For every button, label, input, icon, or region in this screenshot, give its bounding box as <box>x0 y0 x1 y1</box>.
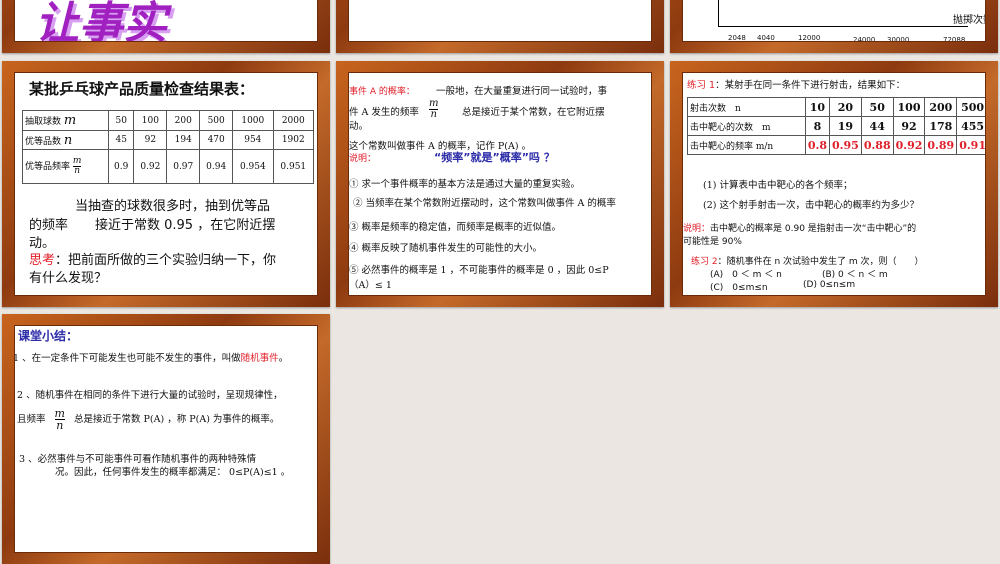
slide-thumbnail-4[interactable]: 某批乒乓球产品质量检查结果表： 抽取球数 m 50 100 200 500 1000 200… <box>2 61 330 307</box>
question-text: (2) 这个射手射击一次，击中靶心的概率约为多少？ <box>703 200 919 211</box>
body-text: 当抽查的球数很多时，抽到优等品 <box>75 199 271 214</box>
point-item: ① 求一个事件概率的基本方法是通过大量的重复实验。 <box>349 179 581 190</box>
body-text: 接近于常数 0.95 ，在它附近摆 <box>95 218 276 233</box>
note-label: 说明： <box>349 154 377 164</box>
shooting-table: 射击次数 n 10 20 50 100 200 500 击中靶心的次数 m 8 19 44 92 17… <box>687 97 985 155</box>
tick-label: 12000 <box>798 34 821 42</box>
table-row: 优等品数 n 45 92 194 470 954 1902 <box>22 130 315 150</box>
summary-item: 况。因此，任何事件发生的概率都满足： 0≤P(A)≤1 。 <box>55 467 291 478</box>
option-d: (D) 0≤n≤m <box>803 280 856 290</box>
note-text: 可能性是 90% <box>683 237 742 247</box>
summary-item: 2 、随机事件在相同的条件下进行大量的试验时，呈现规律性， <box>17 390 283 401</box>
chart-x-axis <box>718 0 719 27</box>
option-b: (B) 0 ＜ n ＜ m <box>822 270 888 280</box>
question-text: (1) 计算表中击中靶心的各个频率； <box>703 180 853 191</box>
option-c: (C) 0≤m≤n <box>710 283 768 293</box>
tick-label: 4040 <box>757 34 775 42</box>
exercise-2-text: 练习 2：随机事件在 n 次试验中发生了 m 次，则（ ） <box>691 257 924 267</box>
note-text: 说明：击中靶心的概率是 0.90 是指射击一次“击中靶心”的 <box>683 224 917 234</box>
point-item: ④ 概率反映了随机事件发生的可能性的大小。 <box>349 243 543 254</box>
slide-title-art: 让事实 <box>35 0 167 42</box>
slide-thumbnail-6[interactable]: 练习 1：某射手在同一条件下进行射击，结果如下： 射击次数 n 10 20 50 100… <box>670 61 998 307</box>
point-item: （A）≤ 1 <box>349 280 392 291</box>
slide-title: 某批乒乓球产品质量检查结果表： <box>29 80 255 98</box>
slide-thumbnail-7[interactable]: 课堂小结： 1 、在一定条件下可能发生也可能不发生的事件，叫做随机事件。 2 、… <box>2 314 330 564</box>
point-item: ② 当频率在某个常数附近摆动时，这个常数叫做事件 A 的概率 <box>353 198 616 209</box>
quality-table: 抽取球数 m 50 100 200 500 1000 2000 优等品数 n 45 92 194 4… <box>22 110 315 184</box>
body-text: 一般地，在大量重复进行同一试验时，事 <box>436 86 608 97</box>
summary-item: 1 、在一定条件下可能发生也可能不发生的事件，叫做随机事件。 <box>14 353 289 364</box>
slide-thumbnail-1[interactable]: 让事实 <box>2 0 330 53</box>
exercise-1-text: 练习 1：某射手在同一条件下进行射击，结果如下： <box>687 80 906 91</box>
body-text: 总是接近于某个常数，在它附近摆 <box>462 107 605 118</box>
tick-label: 72088 <box>943 36 966 42</box>
table-row: 抽取球数 m 50 100 200 500 1000 2000 <box>22 110 315 131</box>
summary-item: 且频率 mn 总是接近于常数 P(A) ，称 P(A) 为事件的概率。 <box>17 407 280 432</box>
axis-label: 抛掷次数 n <box>953 15 985 26</box>
chart-x-axis <box>718 26 968 27</box>
tick-label: 2048 <box>728 34 746 42</box>
think-text: 思考：把前面所做的三个实验归纳一下，你 <box>29 253 277 268</box>
slide-thumbnail-5[interactable]: 事件 A 的概率： 一般地，在大量重复进行同一试验时，事 件 A 发生的频率 m… <box>336 61 664 307</box>
think-text: 有什么发现？ <box>29 271 108 286</box>
option-a: (A) 0 ＜ m ＜ n <box>710 270 782 280</box>
table-row: 击中靶心的次数 m 8 19 44 92 178 455 <box>687 116 985 136</box>
table-row: 优等品频率 m n 0.9 0.92 0.97 0.94 0.954 0.951 <box>22 149 315 184</box>
slide-title: 课堂小结： <box>18 329 79 343</box>
body-text: 的频率 <box>29 218 69 233</box>
question-text: “频率”就是”概率”吗 ？ <box>434 151 555 164</box>
slide-thumbnail-2[interactable] <box>336 0 664 53</box>
tick-label: 24000 <box>853 36 876 42</box>
summary-item: 3 、必然事件与不可能事件可看作随机事件的两种特殊情 <box>19 454 257 465</box>
body-text: 动。 <box>349 121 369 132</box>
body-text: 件 A 发生的频率 <box>349 107 419 118</box>
point-item: ⑤ 必然事件的概率是 1 ，不可能事件的概率是 0 ，因此 0≤P <box>349 265 609 276</box>
tick-label: 30000 <box>887 36 910 42</box>
fraction: mn <box>429 98 439 120</box>
slide-thumbnail-3[interactable]: 抛掷次数 n 2048 4040 12000 24000 30000 72088 <box>670 0 998 53</box>
point-item: ③ 概率是频率的稳定值，而频率是概率的近似值。 <box>349 222 562 233</box>
table-row: 射击次数 n 10 20 50 100 200 500 <box>687 97 985 117</box>
table-row: 击中靶心的频率 m/n 0.8 0.95 0.88 0.92 0.89 0.91 <box>687 135 985 155</box>
definition-label: 事件 A 的概率： <box>349 87 415 97</box>
